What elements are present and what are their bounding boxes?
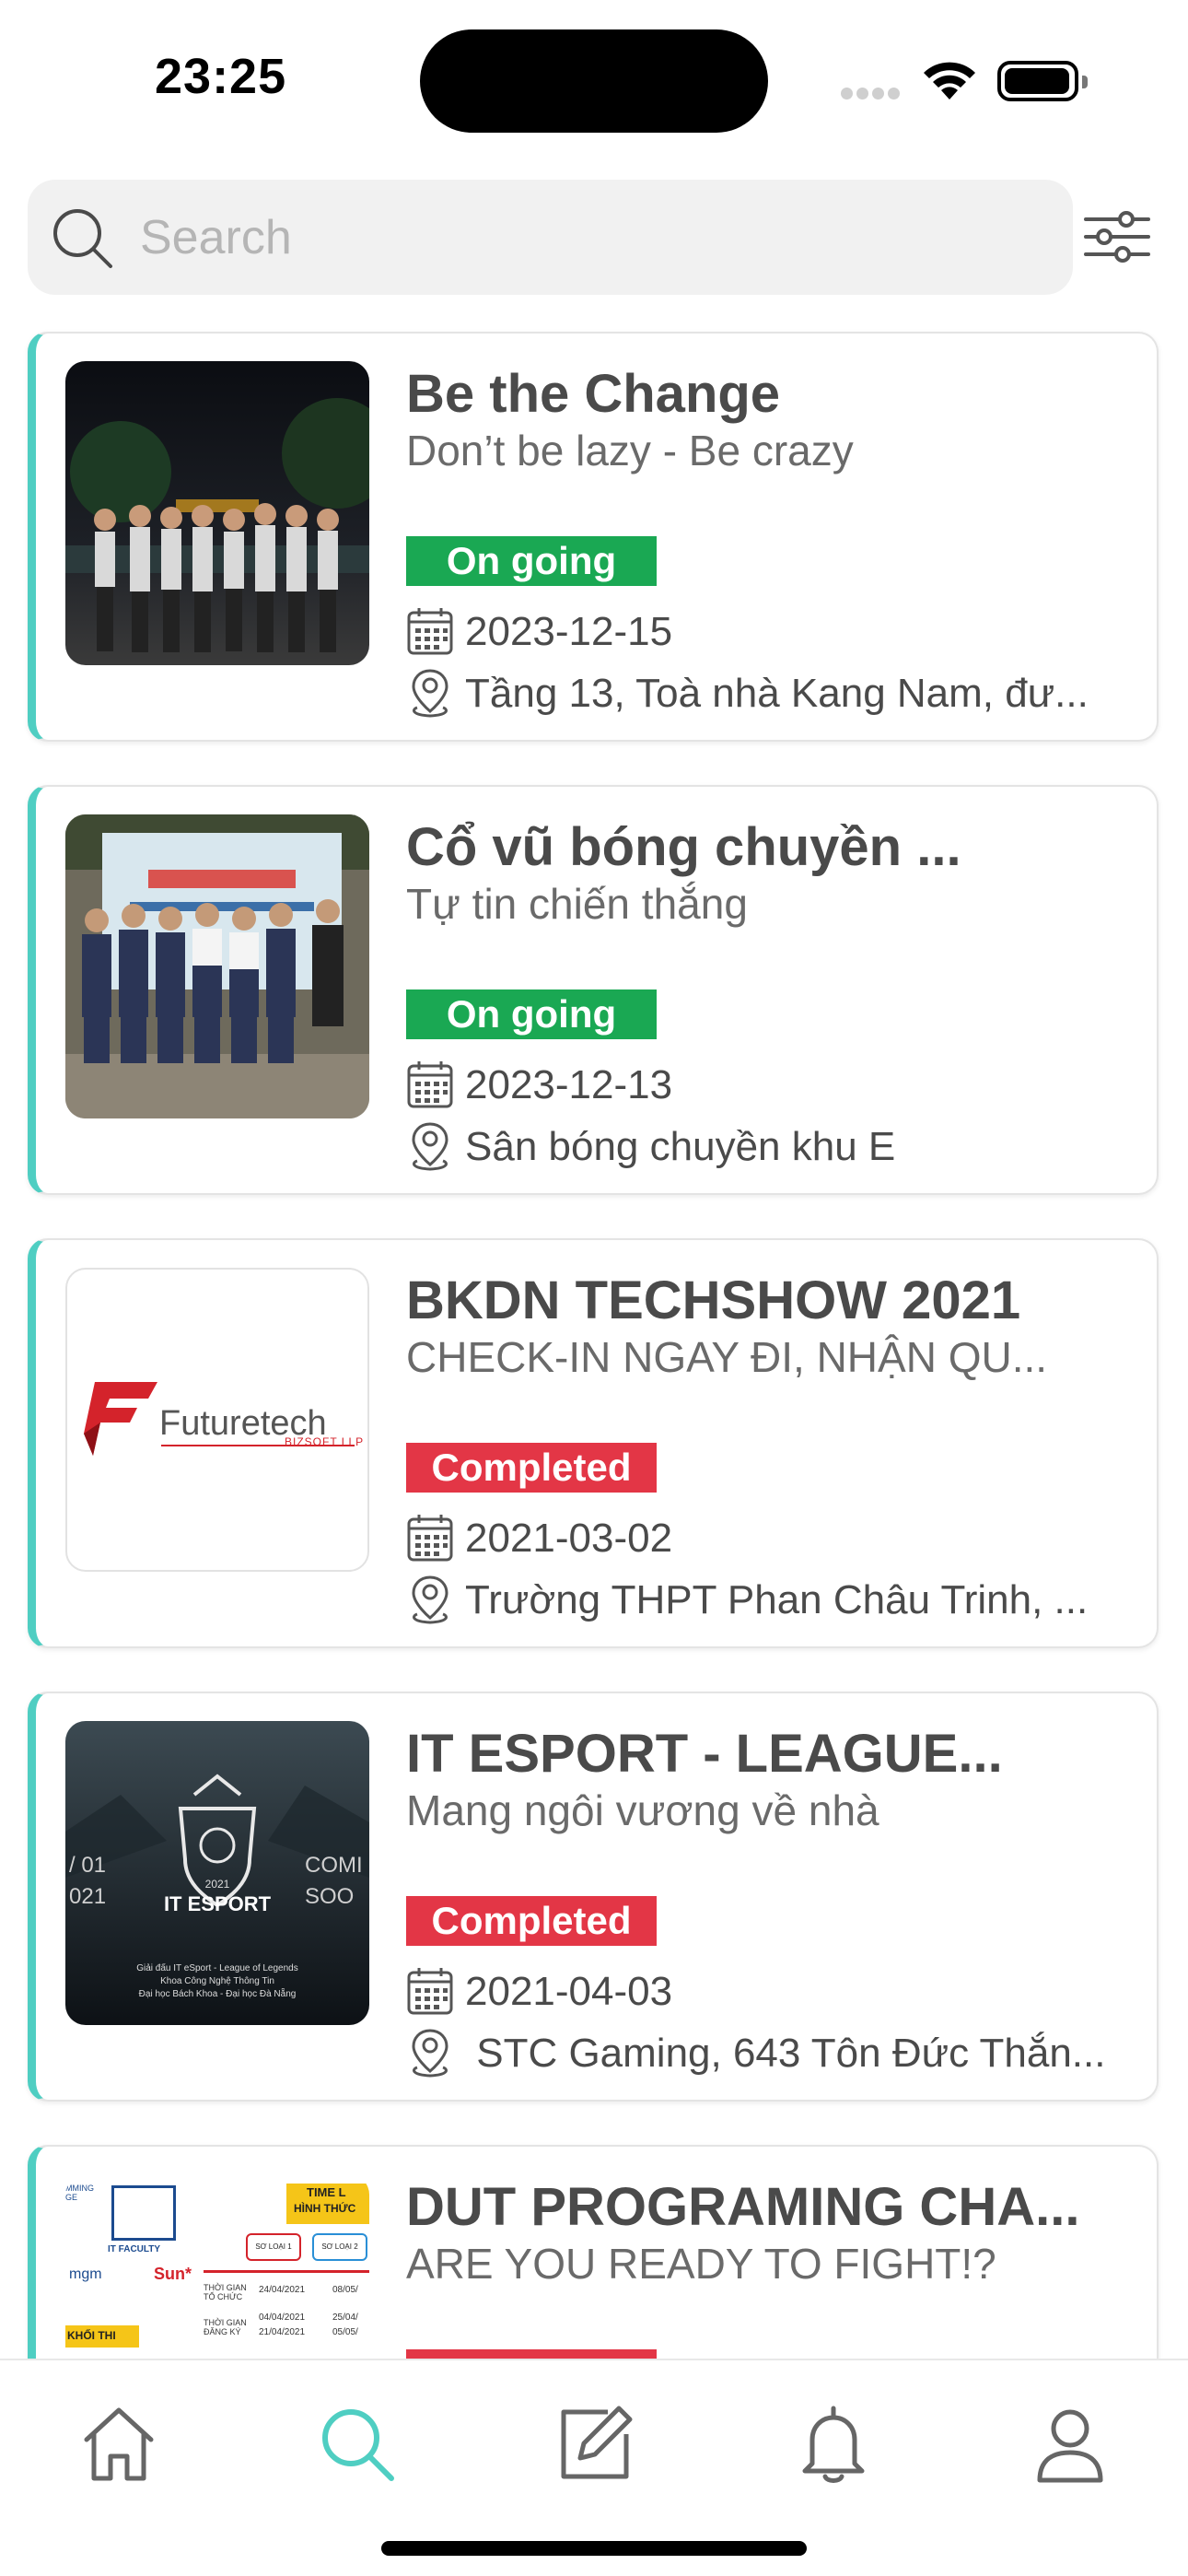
poster-row-2: THỜI GIAN ĐĂNG KÝ [204,2318,247,2336]
calendar-icon [407,1061,453,1108]
poster-date-5: 25/04/ [332,2313,358,2323]
event-card[interactable]: 2021 IT ESPORT / 01 021 COMI SOO Giải đấ… [28,1692,1159,2102]
event-location: Sân bóng chuyền khu E [465,1124,896,1169]
logo-subtext: BIZSOFT LLP [285,1435,365,1448]
poster-date-1: 24/04/2021 [259,2285,306,2295]
screen: 23:25 Search Be the Change Don’t be lazy… [0,0,1188,2576]
poster-sponsor-sun: Sun* [154,2265,192,2283]
status-badge: On going [406,536,657,586]
poster-caption: Giải đấu IT eSport - League of Legends K… [136,1963,298,1999]
edit-icon[interactable] [553,2403,635,2486]
calendar-icon [407,1515,453,1562]
event-title: Be the Change [406,364,781,424]
status-bar: 23:25 [0,0,1188,157]
poster-date-2: 04/04/2021 [259,2313,306,2323]
event-thumbnail [65,361,369,665]
poster-left-text: / 01 021 [69,1853,107,1909]
search-bar[interactable] [28,180,1073,295]
event-location: STC Gaming, 643 Tôn Đức Thắn... [465,2031,1106,2076]
home-indicator[interactable] [381,2541,807,2556]
poster-sponsor-mgm: mgm [69,2266,102,2282]
calendar-icon [407,608,453,655]
location-pin-icon [412,669,448,718]
location-pin-icon [412,1575,448,1624]
location-pin-icon [412,1122,448,1171]
poster-faculty: IT FACULTY [108,2244,161,2254]
poster-date-3: 21/04/2021 [259,2327,306,2337]
event-title: IT ESPORT - LEAGUE... [406,1724,1003,1784]
status-badge: On going [406,989,657,1039]
location-pin-icon [412,2029,448,2078]
home-icon[interactable] [77,2403,160,2486]
poster-right-text: COMI SOO [305,1853,363,1909]
poster-timeline: TIME L [307,2185,346,2199]
event-card[interactable]: Futuretech BIZSOFT LLP BKDN TECHSHOW 202… [28,1238,1159,1648]
poster-round-2: SƠ LOẠI 2 [312,2233,367,2261]
poster-row-1: THỜI GIAN TỔ CHỨC [204,2283,247,2301]
cellular-signal-icon [841,88,903,104]
event-title: DUT PROGRAMING CHA... [406,2177,1080,2237]
event-date: 2021-03-02 [465,1516,673,1561]
event-thumbnail [65,814,369,1118]
poster-date-4: 08/05/ [332,2285,358,2295]
event-card[interactable]: Be the Change Don’t be lazy - Be crazy O… [28,332,1159,742]
bell-icon[interactable] [792,2403,875,2486]
filter-sliders-icon[interactable] [1082,205,1152,269]
event-subtitle: Don’t be lazy - Be crazy [406,427,854,474]
event-thumbnail: 2021 IT ESPORT / 01 021 COMI SOO Giải đấ… [65,1721,369,2025]
poster-round-1: SƠ LOẠI 1 [246,2233,301,2261]
poster-left-text: MMING GE [65,2184,94,2202]
event-card[interactable]: Cổ vũ bóng chuyền ... Tự tin chiến thắng… [28,785,1159,1195]
event-date: 2023-12-15 [465,609,673,654]
status-badge: Completed [406,1443,657,1493]
search-tab-icon[interactable] [316,2403,399,2486]
wifi-icon [924,62,975,100]
event-subtitle: ARE YOU READY TO FIGHT!? [406,2240,996,2288]
event-location: Trường THPT Phan Châu Trinh, ... [465,1577,1089,1622]
event-subtitle: Tự tin chiến thắng [406,880,748,928]
event-thumbnail: Futuretech BIZSOFT LLP [65,1268,369,1572]
profile-icon[interactable] [1029,2403,1112,2486]
event-title: BKDN TECHSHOW 2021 [406,1270,1021,1330]
search-input[interactable] [138,200,1044,275]
event-location: Tầng 13, Toà nhà Kang Nam, đư... [465,671,1089,716]
event-date: 2021-04-03 [465,1969,673,2014]
futuretech-logo-icon [84,1382,157,1456]
search-icon [53,209,112,268]
event-date: 2023-12-13 [465,1062,673,1107]
status-time: 23:25 [155,49,287,104]
poster-form: HÌNH THỨC [294,2202,356,2215]
event-subtitle: CHECK-IN NGAY ĐI, NHẬN QU... [406,1333,1048,1381]
status-badge: Completed [406,1896,657,1946]
battery-icon [997,61,1088,101]
calendar-icon [407,1968,453,2015]
poster-date-6: 05/05/ [332,2327,358,2337]
dynamic-island [420,29,768,133]
event-title: Cổ vũ bóng chuyền ... [406,817,961,877]
poster-khoi-thi: KHỐI THI [67,2329,116,2342]
event-subtitle: Mang ngôi vương về nhà [406,1786,879,1834]
